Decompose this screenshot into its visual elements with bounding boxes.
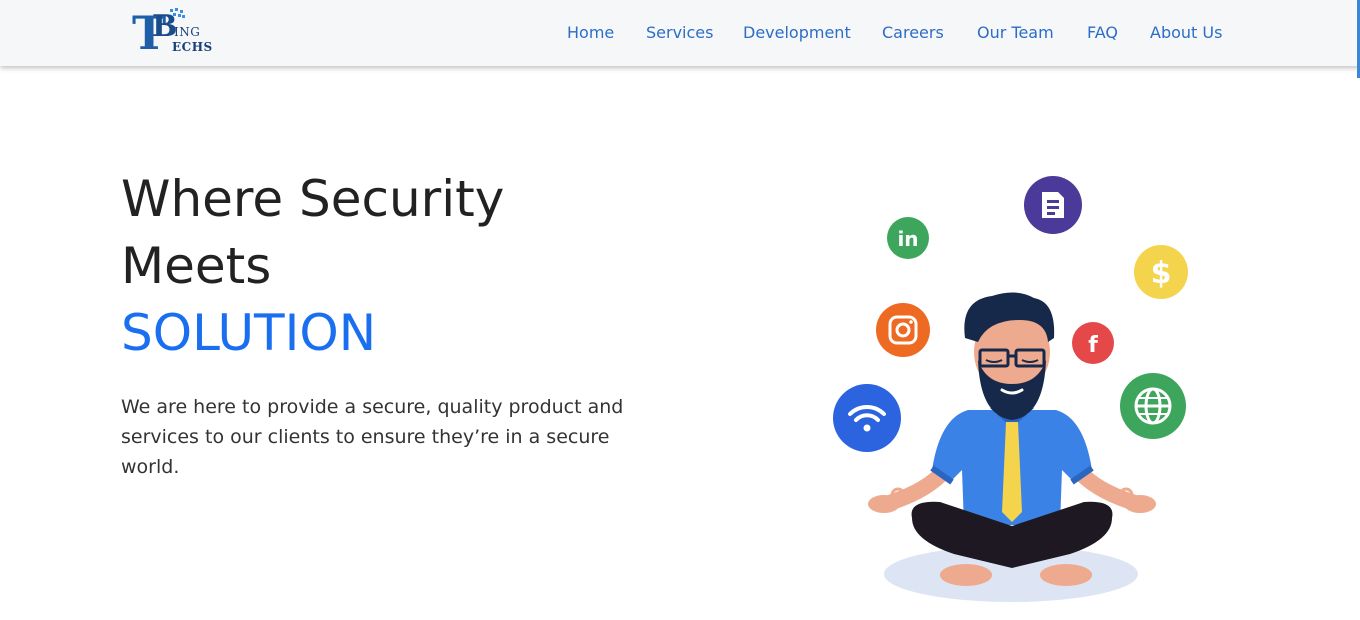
- nav-our-team[interactable]: Our Team: [977, 22, 1054, 44]
- document-icon: [1024, 176, 1082, 234]
- globe-icon: [1120, 373, 1186, 439]
- svg-text:in: in: [897, 227, 918, 251]
- hero-title-line2: Meets: [121, 237, 272, 295]
- nav-development[interactable]: Development: [743, 22, 851, 44]
- instagram-icon: [876, 303, 930, 357]
- hero-description: We are here to provide a secure, quality…: [121, 396, 624, 478]
- top-navbar: T B ING ECHS Home Services Development C…: [0, 0, 1360, 66]
- nav-services[interactable]: Services: [646, 22, 713, 44]
- bingtechs-logo[interactable]: T B ING ECHS: [132, 8, 214, 60]
- svg-text:$: $: [1151, 256, 1172, 291]
- logo-text-echs: ECHS: [172, 40, 213, 54]
- hero-title: Where Security Meets SOLUTION: [121, 166, 504, 367]
- nav-home[interactable]: Home: [567, 22, 614, 44]
- logo-text-ing: ING: [174, 25, 201, 39]
- nav-about-us[interactable]: About Us: [1150, 22, 1222, 44]
- hero-title-line1: Where Security: [121, 170, 505, 228]
- nav-careers[interactable]: Careers: [882, 22, 944, 44]
- dollar-icon: $: [1134, 245, 1188, 299]
- linkedin-icon: in: [887, 217, 929, 259]
- wifi-icon: [833, 384, 901, 452]
- hero-title-accent: SOLUTION: [121, 304, 377, 362]
- meditation-illustration: in $ f: [833, 176, 1188, 602]
- nav-faq[interactable]: FAQ: [1087, 22, 1118, 44]
- svg-text:f: f: [1088, 333, 1098, 358]
- facebook-icon: f: [1072, 322, 1114, 364]
